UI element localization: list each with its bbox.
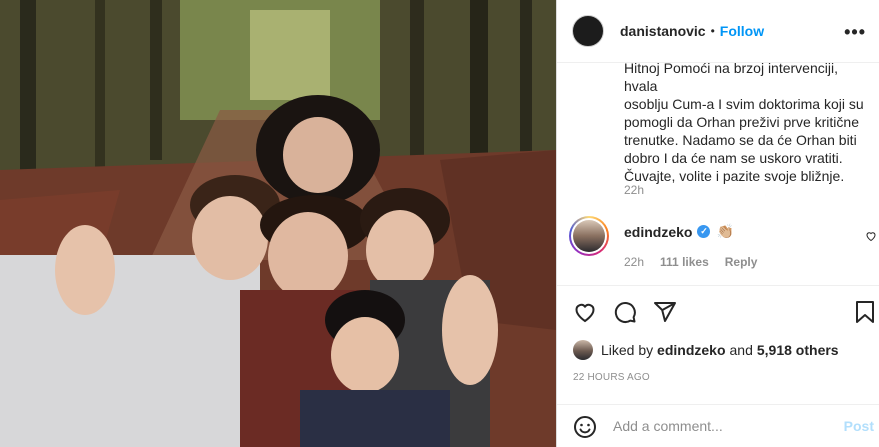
share-icon[interactable] — [653, 300, 677, 329]
comment-time[interactable]: 22h — [624, 255, 644, 269]
commenter-avatar[interactable] — [569, 216, 609, 256]
reply-button[interactable]: Reply — [725, 255, 758, 269]
post-actions — [557, 285, 879, 337]
comment-likes[interactable]: 111 likes — [660, 255, 709, 269]
post-photo[interactable] — [0, 0, 556, 447]
post-caption: Hitnoj Pomoći na brzoj intervenciji, hva… — [624, 63, 864, 184]
author-username[interactable]: danistanovic — [620, 23, 706, 39]
post-side-panel: danistanovic • Follow ••• Hitnoj Pomoći … — [556, 0, 879, 447]
caption-time[interactable]: 22h — [624, 183, 644, 197]
emoji-icon[interactable] — [573, 415, 597, 444]
post-timestamp[interactable]: 22 HOURS AGO — [573, 372, 650, 383]
liker-username[interactable]: edindzeko — [657, 342, 725, 358]
heart-icon[interactable] — [573, 300, 597, 329]
others-count[interactable]: 5,918 others — [757, 342, 839, 358]
and-label: and — [729, 342, 753, 358]
add-comment-bar: Post — [557, 404, 879, 447]
comment: edindzeko ✓ 👏🏼 — [624, 223, 734, 240]
more-icon[interactable]: ••• — [844, 22, 866, 43]
comment-text: 👏🏼 — [716, 223, 734, 239]
comments-section[interactable]: Hitnoj Pomoći na brzoj intervenciji, hva… — [557, 63, 879, 285]
likes-summary: Liked by edindzeko and 5,918 others — [573, 340, 839, 360]
comment-input[interactable] — [613, 415, 833, 437]
post-comment-button[interactable]: Post — [844, 418, 874, 434]
follow-button[interactable]: Follow — [720, 23, 764, 39]
photo-illustration — [0, 0, 556, 447]
liker-avatar[interactable] — [573, 340, 593, 360]
comment-meta: 22h 111 likes Reply — [624, 255, 757, 269]
liked-by-label: Liked by — [601, 342, 654, 358]
header-separator: • — [710, 24, 715, 38]
comment-heart-icon[interactable] — [865, 229, 877, 247]
bookmark-icon[interactable] — [853, 300, 877, 329]
author-avatar[interactable] — [572, 15, 604, 47]
verified-icon: ✓ — [697, 225, 711, 238]
post-header: danistanovic • Follow ••• — [557, 0, 879, 63]
comment-icon[interactable] — [613, 300, 637, 329]
commenter-username[interactable]: edindzeko — [624, 224, 692, 240]
